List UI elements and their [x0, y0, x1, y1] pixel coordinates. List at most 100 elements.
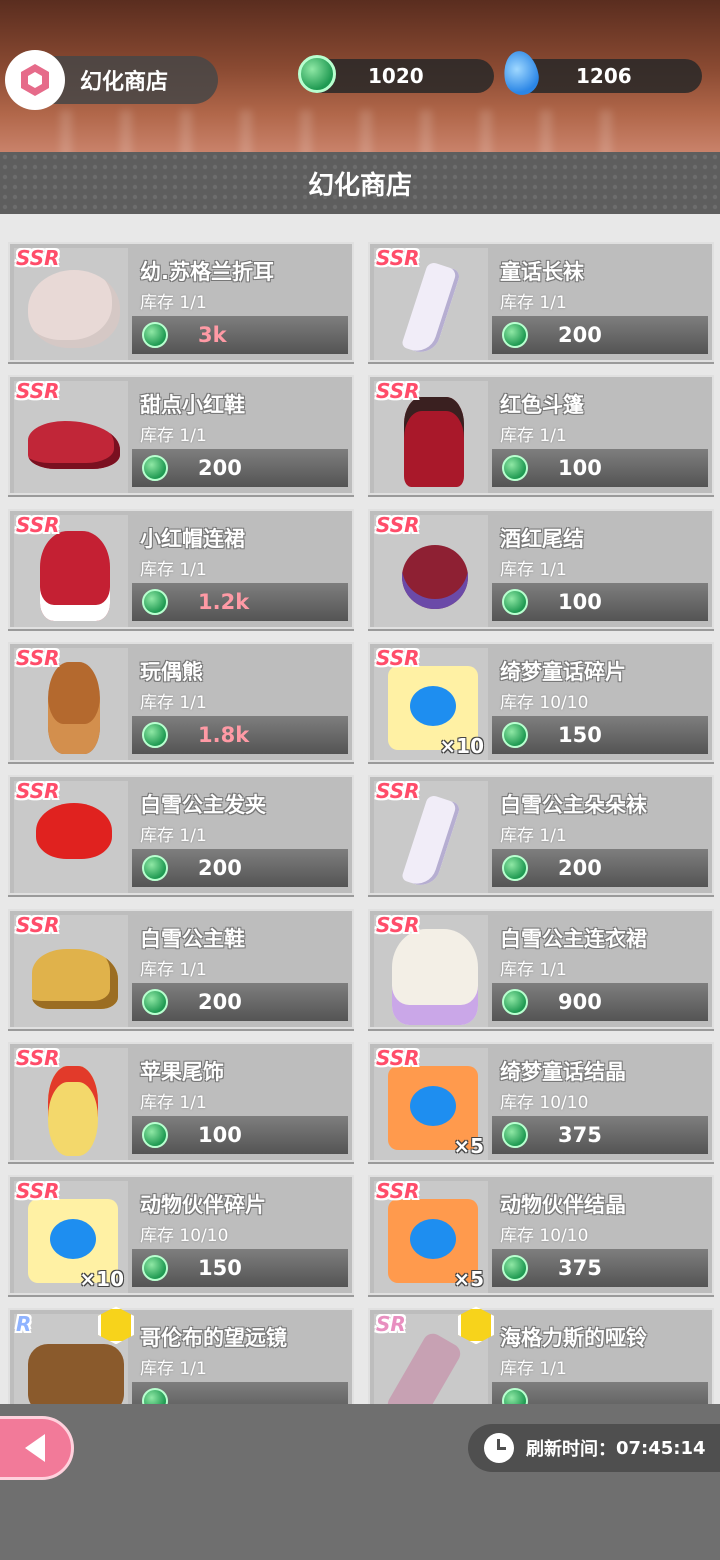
item-price: 100 [558, 456, 602, 481]
item-image: SSR ×5 [374, 1181, 488, 1294]
item-name: 白雪公主发夹 [140, 793, 266, 818]
shop-item-card[interactable]: SSR 幼.苏格兰折耳 库存 1/1 3k [8, 242, 354, 362]
green-gem-currency[interactable]: 1020 [298, 55, 494, 93]
item-image: SSR ×10 [374, 647, 488, 760]
green-gem-icon [502, 1388, 528, 1404]
buy-button[interactable]: 200 [132, 982, 348, 1021]
shop-item-card[interactable]: SSR 苹果尾饰 库存 1/1 100 [8, 1041, 354, 1162]
green-gem-icon [142, 1255, 168, 1282]
item-name: 幼.苏格兰折耳 [140, 260, 274, 284]
item-name: 童话长袜 [500, 260, 584, 284]
buy-button[interactable]: 200 [132, 849, 348, 888]
item-stock: 库存 10/10 [500, 692, 589, 713]
shop-item-grid: SSR 幼.苏格兰折耳 库存 1/1 3k SSR 童话长袜 库存 1/1 20… [0, 214, 720, 1404]
item-stock: 库存 10/10 [500, 1092, 589, 1113]
buy-button[interactable]: 375 [492, 1249, 708, 1288]
green-gem-icon [142, 855, 168, 882]
sock-item-icon [400, 794, 462, 891]
heels-item-icon [32, 948, 118, 1009]
shop-item-card[interactable]: SSR 白雪公主朵朵袜 库存 1/1 200 [368, 775, 714, 896]
item-image: SSR [14, 1047, 128, 1160]
item-image: SSR [14, 914, 128, 1027]
buy-button[interactable]: 150 [492, 715, 708, 754]
item-name: 小红帽连裙 [140, 526, 245, 551]
dumbbell-item-icon [384, 1330, 464, 1404]
rarity-badge: SSR [16, 647, 60, 670]
item-multiplier: ×5 [453, 1133, 484, 1158]
item-image: SSR [14, 514, 128, 627]
rarity-badge: SSR [376, 914, 420, 937]
item-price: 200 [198, 456, 242, 481]
rarity-badge: SSR [16, 248, 60, 270]
item-price: 3k [198, 323, 227, 347]
shop-item-card[interactable]: SSR 玩偶熊 库存 1/1 1.8k [8, 641, 354, 762]
item-name: 动物伙伴结晶 [500, 1193, 626, 1218]
buy-button[interactable]: 200 [492, 849, 708, 888]
green-gem-icon [142, 1121, 168, 1148]
shop-item-card[interactable]: SSR 红色斗篷 库存 1/1 100 [368, 375, 714, 496]
item-image: SSR [374, 781, 488, 894]
rarity-badge: SSR [376, 647, 420, 670]
item-name: 哥伦布的望远镜 [140, 1326, 287, 1351]
buy-button[interactable]: 1.8k [132, 715, 348, 754]
buy-button[interactable]: 100 [132, 1115, 348, 1154]
ribbon-item-icon [36, 803, 112, 860]
shop-logo-icon [8, 53, 62, 107]
rarity-badge: SSR [376, 1047, 420, 1070]
item-price: 100 [558, 589, 602, 614]
shop-item-card[interactable]: SSR ×10 动物伙伴碎片 库存 10/10 150 [8, 1175, 354, 1296]
blue-drop-amount: 1206 [576, 64, 632, 88]
shop-item-card[interactable]: SSR ×10 绮梦童话碎片 库存 10/10 150 [368, 641, 714, 762]
shop-badge[interactable]: 幻化商店 [6, 53, 218, 107]
buy-button[interactable]: 900 [492, 982, 708, 1021]
buy-button[interactable] [492, 1382, 708, 1404]
blue-drop-currency[interactable]: 1206 [500, 48, 702, 98]
buy-button[interactable] [132, 1382, 348, 1404]
buy-button[interactable]: 1.2k [132, 582, 348, 621]
item-stock: 库存 1/1 [500, 959, 567, 980]
shirt-emblem-icon [50, 1219, 96, 1260]
buy-button[interactable]: 150 [132, 1249, 348, 1288]
item-name: 玩偶熊 [140, 659, 203, 684]
green-gem-icon [142, 988, 168, 1015]
item-stock: 库存 1/1 [500, 1359, 567, 1380]
shop-item-card[interactable]: SSR ×5 动物伙伴结晶 库存 10/10 375 [368, 1175, 714, 1296]
shop-item-card[interactable]: SSR 甜点小红鞋 库存 1/1 200 [8, 375, 354, 496]
shirt-emblem-icon [410, 685, 456, 726]
sock-item-icon [400, 260, 462, 358]
buy-button[interactable]: 200 [492, 316, 708, 354]
shop-item-card[interactable]: SSR 白雪公主发夹 库存 1/1 200 [8, 775, 354, 896]
item-price: 150 [558, 722, 602, 747]
gown-item-icon [392, 928, 478, 1025]
rarity-badge: SSR [16, 1181, 60, 1204]
shop-item-card[interactable]: SSR 白雪公主连衣裙 库存 1/1 900 [368, 908, 714, 1029]
rarity-badge: SSR [16, 514, 60, 537]
item-stock: 库存 1/1 [140, 559, 207, 580]
buy-button[interactable]: 375 [492, 1115, 708, 1154]
item-name: 甜点小红鞋 [140, 393, 245, 418]
shop-item-card[interactable]: SR 海格力斯的哑铃 库存 1/1 [368, 1306, 714, 1404]
shop-item-card[interactable]: R 哥伦布的望远镜 库存 1/1 [8, 1306, 354, 1404]
item-stock: 库存 1/1 [140, 692, 207, 713]
shop-item-card[interactable]: SSR ×5 绮梦童话结晶 库存 10/10 375 [368, 1041, 714, 1162]
item-price: 1.2k [198, 589, 250, 614]
green-gem-icon [502, 721, 528, 748]
back-button[interactable] [0, 1416, 74, 1480]
shop-item-card[interactable]: SSR 小红帽连裙 库存 1/1 1.2k [8, 508, 354, 629]
green-gem-icon [142, 322, 168, 348]
shop-item-card[interactable]: SSR 酒红尾结 库存 1/1 100 [368, 508, 714, 629]
buy-button[interactable]: 100 [492, 449, 708, 488]
shop-item-card[interactable]: SSR 白雪公主鞋 库存 1/1 200 [8, 908, 354, 1029]
buy-button[interactable]: 3k [132, 316, 348, 354]
page-title: 幻化商店 [307, 170, 412, 201]
buy-button[interactable]: 100 [492, 582, 708, 621]
bottom-bar: 刷新时间： 07:45:14 [0, 1404, 720, 1560]
shop-item-card[interactable]: SSR 童话长袜 库存 1/1 200 [368, 242, 714, 362]
item-stock: 库存 1/1 [140, 293, 207, 313]
item-stock: 库存 1/1 [140, 1092, 207, 1113]
item-stock: 库存 1/1 [500, 559, 567, 580]
buy-button[interactable]: 200 [132, 449, 348, 488]
bear-item-icon [48, 661, 100, 754]
rarity-badge: SSR [16, 781, 60, 804]
green-gem-icon [502, 588, 528, 615]
